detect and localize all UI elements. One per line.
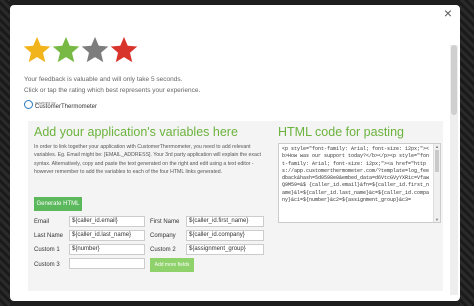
- close-icon[interactable]: ×: [442, 6, 454, 20]
- custom-3-label: Custom 3: [34, 262, 60, 268]
- star-3-icon[interactable]: [80, 35, 110, 65]
- html-code-title: HTML code for pasting: [278, 125, 404, 139]
- add-more-fields-button[interactable]: Add more fields: [150, 258, 194, 272]
- variables-title: Add your application's variables here: [34, 125, 238, 139]
- generate-html-button[interactable]: Generate HTML: [34, 197, 82, 211]
- embed-modal: × Your feedback is valuable and will onl…: [10, 5, 460, 301]
- modal-scrollbar[interactable]: [450, 45, 458, 295]
- thermometer-logo-icon: [24, 100, 33, 109]
- code-scrollbar[interactable]: ▲ ▼: [433, 144, 440, 222]
- page-backdrop-left: [0, 0, 10, 306]
- variables-panel: Add your application's variables here HT…: [28, 121, 443, 291]
- first-name-label: First Name: [150, 219, 180, 225]
- email-label: Email: [34, 219, 50, 225]
- company-field[interactable]: ${caller_id.company}: [186, 230, 264, 241]
- page-backdrop-right: [460, 0, 474, 306]
- company-label: Company: [150, 233, 176, 239]
- custom-2-label: Custom 2: [150, 247, 176, 253]
- custom-1-field[interactable]: ${number}: [69, 244, 145, 255]
- first-name-field[interactable]: ${caller_id.first_name}: [186, 216, 264, 227]
- star-1-icon[interactable]: [22, 35, 52, 65]
- last-name-field[interactable]: ${caller_id.last_name}: [69, 230, 145, 241]
- email-field[interactable]: ${caller_id.email}: [69, 216, 145, 227]
- custom-3-field[interactable]: [69, 258, 145, 269]
- modal-scrollbar-thumb[interactable]: [451, 45, 457, 115]
- scroll-up-icon[interactable]: ▲: [434, 144, 440, 149]
- html-code-content: <p style="font-family: Arial; font-size:…: [282, 146, 430, 204]
- star-4-icon[interactable]: [109, 35, 139, 65]
- custom-2-field[interactable]: ${assignment_group}: [186, 244, 264, 255]
- feedback-text: Your feedback is valuable and will only …: [24, 74, 200, 96]
- feedback-line-2: Click or tap the rating which best repre…: [24, 87, 201, 94]
- custom-1-label: Custom 1: [34, 247, 60, 253]
- last-name-label: Last Name: [34, 233, 64, 239]
- variables-description: In order to link together your applicati…: [34, 144, 261, 175]
- feedback-line-1: Your feedback is valuable and will only …: [24, 76, 183, 83]
- scroll-down-icon[interactable]: ▼: [434, 217, 440, 222]
- brand-name: CustomerThermometer: [35, 104, 98, 110]
- code-scrollbar-thumb[interactable]: [435, 150, 439, 172]
- star-2-icon[interactable]: [51, 35, 81, 65]
- html-code-textarea[interactable]: <p style="font-family: Arial; font-size:…: [278, 143, 441, 223]
